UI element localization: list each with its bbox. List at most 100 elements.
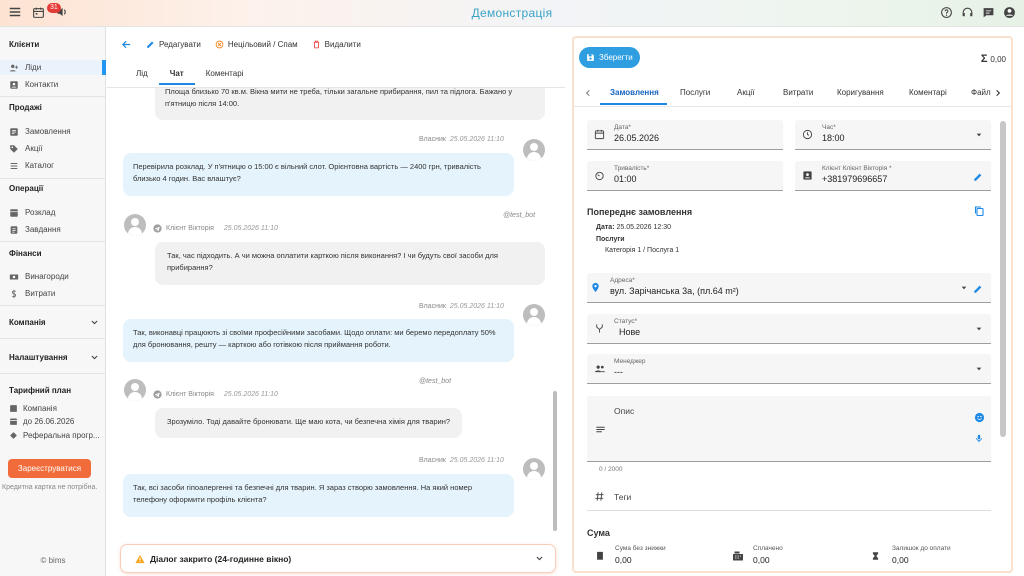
message-text: Так, час підходить. А чи можна оплатити … (167, 251, 498, 272)
chevron-left-icon[interactable] (584, 88, 592, 98)
sidebar-item-contacts[interactable]: Контакти (0, 77, 106, 92)
cash-register-icon (732, 550, 744, 562)
sidebar-item-label: Контакти (25, 80, 59, 89)
tariff-until-label: до 26.06.2026 (23, 417, 75, 426)
tab-adjustments[interactable]: Коригування (837, 88, 884, 97)
calendar-icon[interactable] (32, 6, 45, 19)
chat-icon[interactable] (982, 6, 995, 19)
order-scrollbar[interactable] (1000, 121, 1006, 437)
pencil-icon[interactable] (973, 284, 983, 294)
tab-services[interactable]: Послуги (680, 88, 710, 97)
time-field[interactable]: Час* 18:00 (795, 120, 991, 150)
emoji-icon[interactable] (974, 412, 985, 423)
tab-comments[interactable]: Коментарі (195, 64, 255, 85)
message-text: Площа близько 70 кв.м. Вікна мити не тре… (165, 88, 513, 108)
message-text: Так, всі засоби гіпоалергенні та безпечн… (133, 483, 472, 504)
date-field[interactable]: Дата* 26.05.2026 (587, 120, 783, 150)
catalog-icon (9, 161, 19, 171)
chevron-down-icon (535, 554, 544, 563)
sidebar-item-expenses[interactable]: Витрати (0, 286, 106, 301)
tab-indicator (600, 103, 667, 105)
sidebar-item-leads[interactable]: Ліди (0, 60, 106, 75)
sidebar-item-catalog[interactable]: Каталог (0, 158, 106, 173)
manager-field[interactable]: Менеджер --- (587, 354, 991, 384)
delete-label: Видалити (324, 40, 361, 49)
hashtag-icon (594, 491, 605, 502)
status-field[interactable]: Статус* Нове (587, 314, 991, 344)
description-counter: 0 / 2000 (599, 466, 623, 473)
avatar (124, 379, 146, 401)
chat-scrollbar[interactable] (553, 391, 557, 531)
sidebar-item-promos[interactable]: Акції (0, 141, 106, 156)
tab-order[interactable]: Замовлення (610, 88, 659, 97)
message-sender: Власник (419, 457, 446, 464)
previous-order-title: Попереднє замовлення (587, 207, 693, 217)
section-sales: Продажі (9, 103, 42, 112)
client-field[interactable]: Клієнт Клієнт Вікторія * +381979696657 (795, 161, 991, 191)
sidebar-item-orders[interactable]: Замовлення (0, 124, 106, 139)
chevron-down-icon (90, 318, 99, 327)
delete-button[interactable]: Видалити (312, 40, 361, 49)
tab-expenses[interactable]: Витрати (783, 88, 813, 97)
calendar-icon (9, 417, 18, 426)
tab-lead[interactable]: Лід (125, 64, 159, 85)
sidebar-item-rewards[interactable]: Винагороди (0, 269, 106, 284)
tab-comments[interactable]: Коментарі (909, 88, 947, 97)
message-meta: Клієнт Вікторія 25.05.2026 11:10 (153, 224, 278, 233)
microphone-icon[interactable] (974, 433, 984, 444)
sidebar-item-label: Ліди (25, 63, 42, 72)
sidebar-item-schedule[interactable]: Розклад (0, 205, 106, 220)
sum-paid: Сплачено 0,00 (753, 545, 783, 565)
trash-icon (312, 40, 321, 49)
spam-button[interactable]: Нецільовий / Спам (215, 40, 298, 49)
tags-field[interactable]: Теги (587, 483, 991, 511)
divider (0, 338, 106, 339)
tariff-company-label: Компанія (23, 404, 57, 413)
dialog-closed-banner[interactable]: Діалог закрито (24-годинне вікно) (121, 545, 555, 572)
sidebar-item-label: Замовлення (25, 127, 71, 136)
section-settings-label: Налаштування (9, 353, 68, 362)
divider (0, 241, 106, 242)
back-arrow-icon[interactable] (121, 39, 132, 50)
section-tariff: Тарифний план (9, 386, 72, 395)
tariff-referral[interactable]: Реферальна прогр... (0, 429, 106, 442)
order-panel: Зберегти Σ 0,00 Замовлення Послуги Акції… (572, 36, 1013, 573)
copy-icon[interactable] (973, 205, 985, 217)
section-settings[interactable]: Налаштування (0, 349, 106, 366)
edit-button[interactable]: Редагувати (146, 40, 201, 49)
hourglass-icon (871, 550, 880, 562)
tariff-referral-label: Реферальна прогр... (23, 431, 100, 440)
tab-promos[interactable]: Акції (737, 88, 754, 97)
address-field[interactable]: Адреса* вул. Зарічанська 3а, (пл.64 m²) (587, 273, 991, 303)
duration-label: Тривалість* (614, 165, 650, 172)
sidebar-item-label: Акції (25, 144, 43, 153)
duration-field[interactable]: Тривалість* 01:00 (587, 161, 783, 191)
client-value: +381979696657 (822, 174, 888, 184)
tasks-icon (9, 225, 19, 235)
avatar (124, 214, 146, 236)
dropdown-arrow-icon[interactable] (960, 284, 968, 292)
description-field[interactable]: Опис (587, 396, 991, 462)
chevron-right-icon[interactable] (994, 88, 1002, 98)
pencil-icon[interactable] (973, 172, 983, 182)
order-total: Σ 0,00 (981, 53, 1006, 65)
dropdown-arrow-icon (975, 325, 983, 333)
account-icon[interactable] (1003, 6, 1016, 19)
section-company[interactable]: Компанія (0, 314, 106, 331)
leads-icon (9, 63, 19, 73)
tab-files[interactable]: Файли (971, 88, 991, 97)
previous-order-services: Послуги (596, 236, 625, 243)
status-fork-icon (594, 323, 605, 334)
menu-icon[interactable] (8, 5, 22, 19)
tab-chat[interactable]: Чат (158, 64, 195, 85)
card-note: Кредитна картка не потрібна. (2, 484, 98, 491)
register-button[interactable]: Зареєструватися (8, 459, 91, 478)
support-icon[interactable] (961, 6, 974, 19)
dollar-icon (9, 289, 19, 299)
sidebar-item-tasks[interactable]: Завдання (0, 222, 106, 237)
chat-area: Площа близько 70 кв.м. Вікна мити не тре… (107, 88, 559, 534)
bot-name: @test_bot (503, 212, 536, 219)
help-icon[interactable] (940, 6, 953, 19)
chat-message-owner: Так, виконавці працюють зі своїми профес… (123, 319, 514, 362)
save-button[interactable]: Зберегти (579, 47, 640, 68)
